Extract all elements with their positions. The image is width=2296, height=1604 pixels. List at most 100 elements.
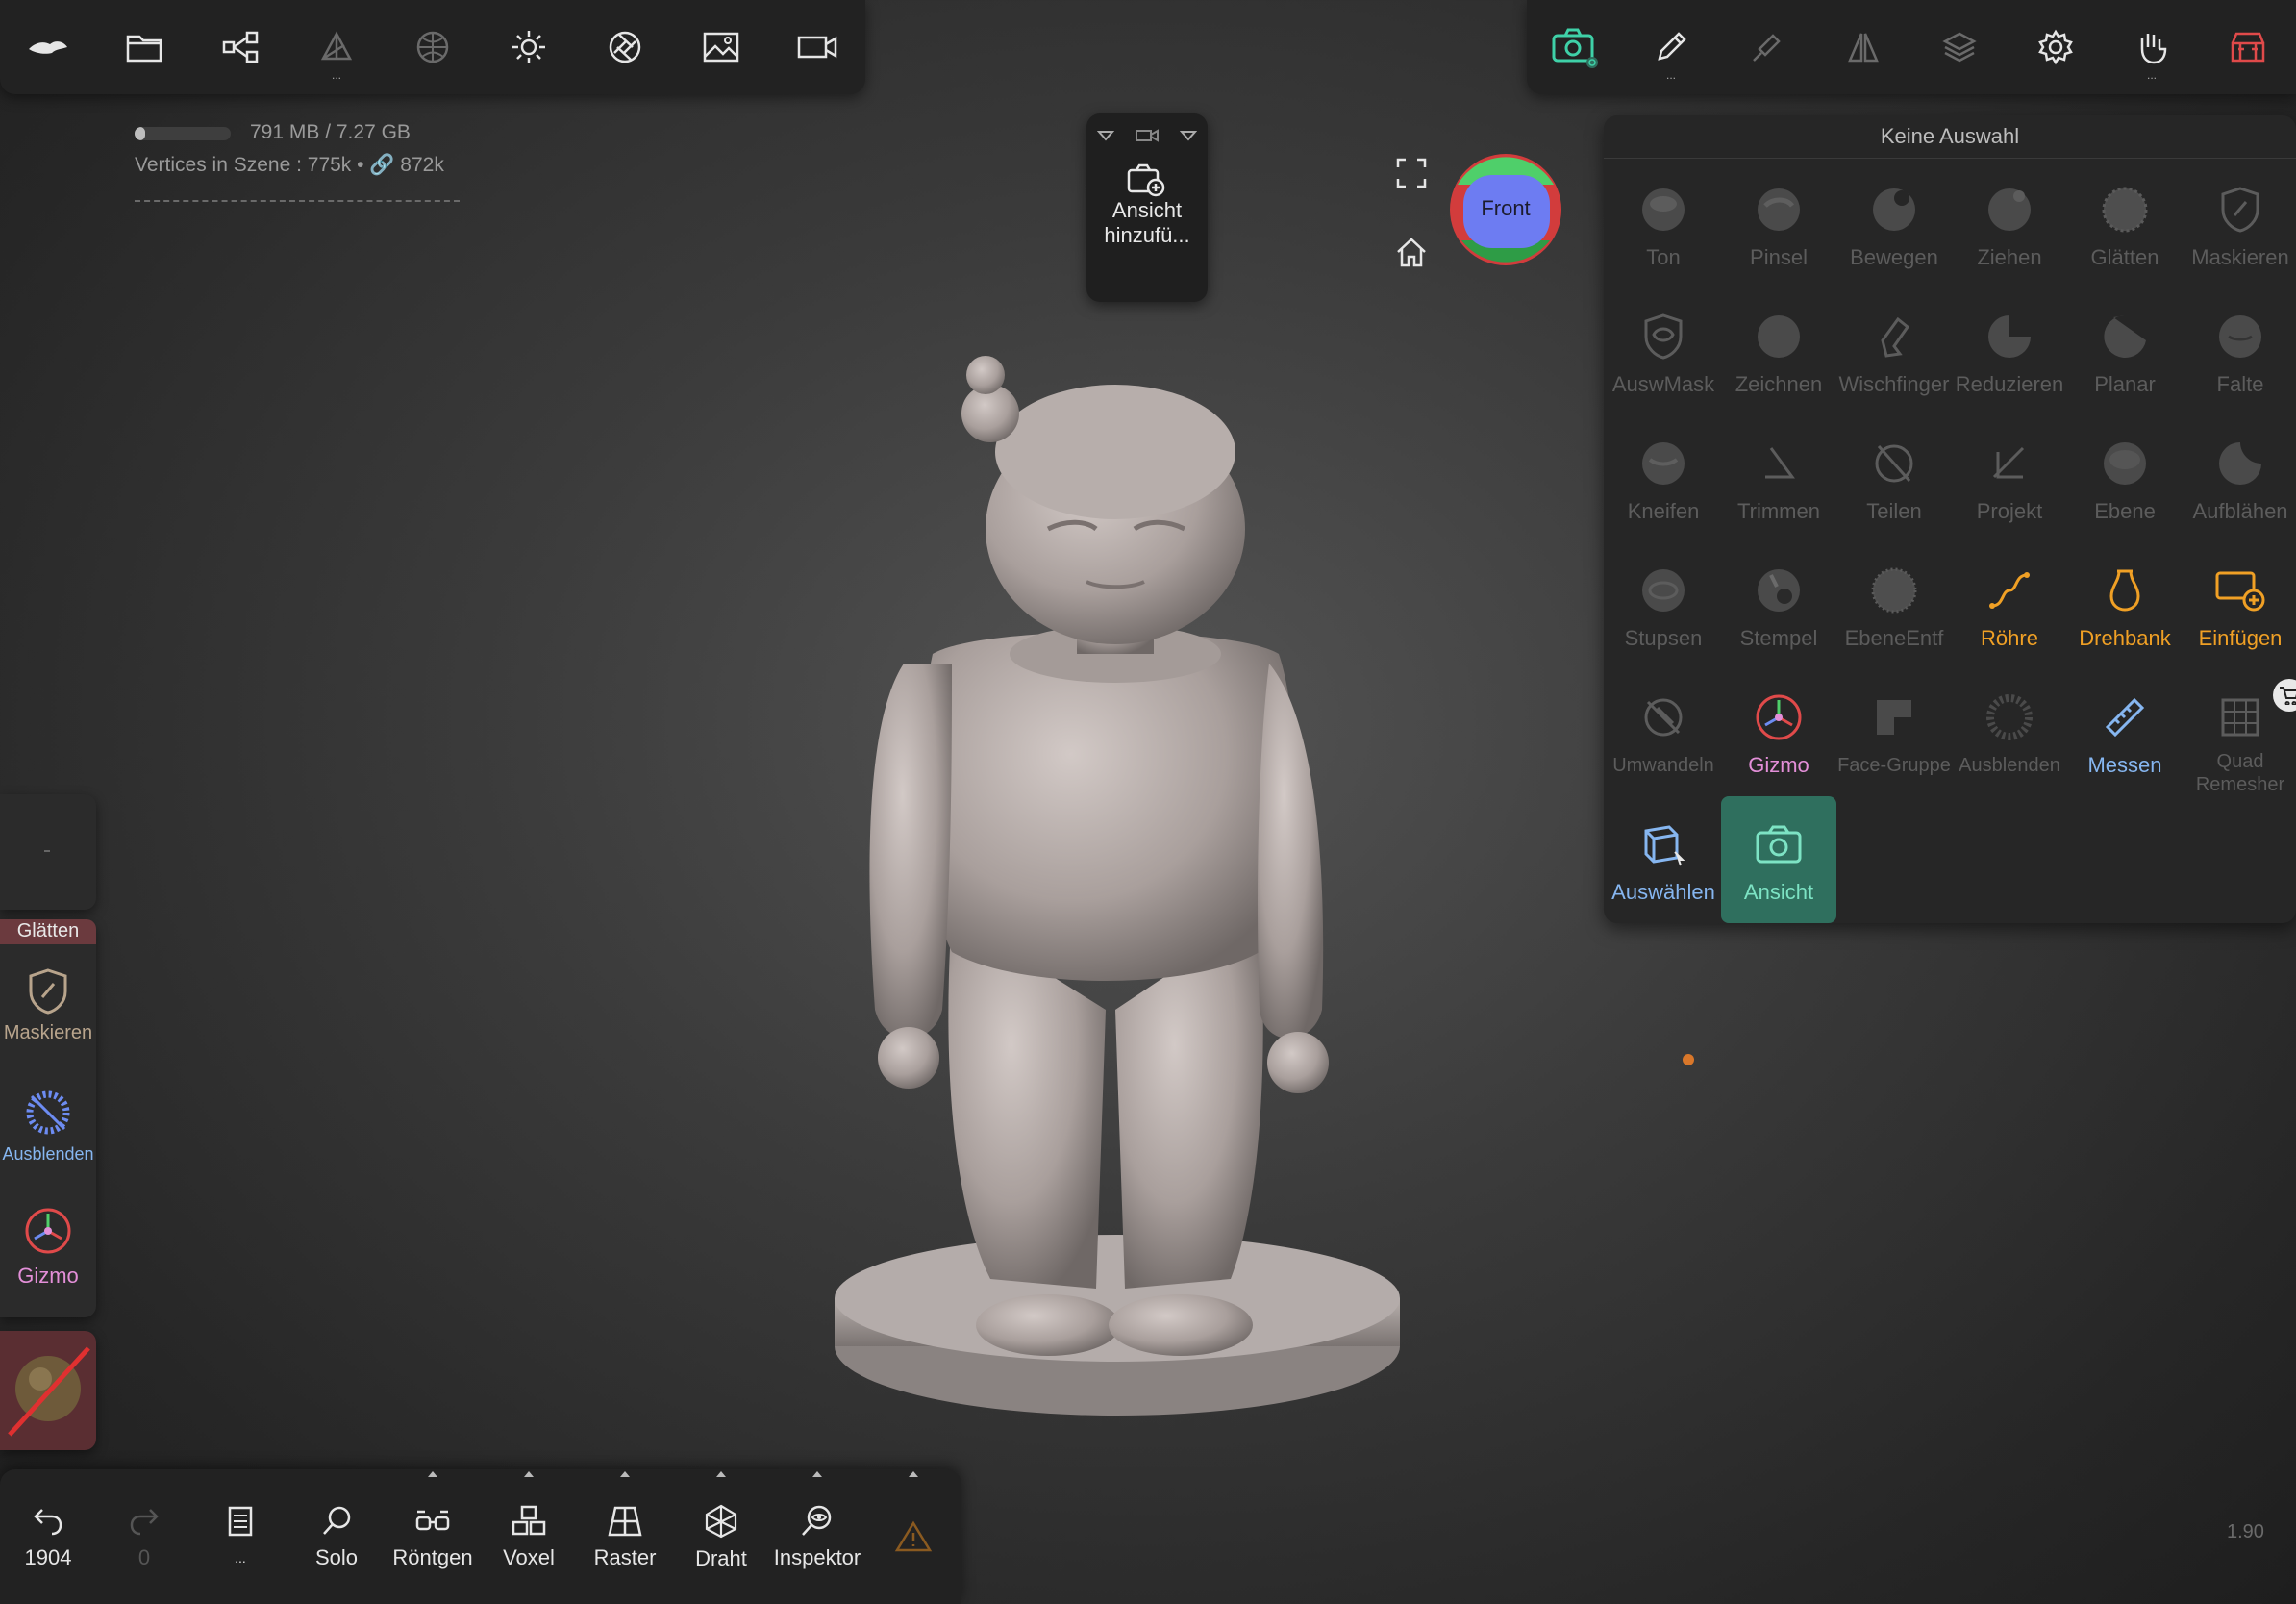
shop-button[interactable] <box>2200 0 2296 94</box>
multires-button[interactable] <box>385 0 481 94</box>
cart-icon <box>2280 687 2296 705</box>
settings-button[interactable] <box>2008 0 2104 94</box>
tool-mask[interactable]: Maskieren <box>2183 162 2296 288</box>
symmetry-button[interactable] <box>1815 0 1911 94</box>
layers-button[interactable] <box>1911 0 2008 94</box>
tool-gizmo[interactable]: Gizmo <box>1721 669 1836 796</box>
tool-facegroup[interactable]: Face-Gruppe <box>1836 669 1952 796</box>
redo-button[interactable]: 0 <box>96 1469 192 1604</box>
tool-inflate[interactable]: Aufblähen <box>2183 415 2296 542</box>
tool-pinch[interactable]: Kneifen <box>1606 415 1721 542</box>
hide-icon <box>26 1090 70 1134</box>
tool-smooth[interactable]: Glätten <box>2067 162 2183 288</box>
topology-button[interactable]: ... <box>288 0 385 94</box>
shortcut-smooth[interactable]: Glätten <box>0 919 96 944</box>
tool-delete-layer[interactable]: EbeneEntf <box>1836 542 1952 669</box>
warning-button[interactable] <box>865 1469 961 1604</box>
tool-label: Teilen <box>1866 499 1922 523</box>
memory-usage: 791 MB / 7.27 GB <box>250 121 411 143</box>
grid-button[interactable]: Raster <box>577 1469 673 1604</box>
stroke-button[interactable] <box>1719 0 1815 94</box>
undo-button[interactable]: 1904 <box>0 1469 96 1604</box>
tool-planar[interactable]: Planar <box>2067 288 2183 415</box>
material-swatch-panel[interactable] <box>0 1331 96 1450</box>
tool-measure[interactable]: Messen <box>2067 669 2183 796</box>
home-view-button[interactable] <box>1392 233 1431 271</box>
shortcut-gizmo[interactable]: Gizmo <box>0 1187 96 1308</box>
chevron-down-icon[interactable] <box>1096 130 1114 141</box>
project-icon <box>1992 446 2025 479</box>
tool-project[interactable]: Projekt <box>1952 415 2067 542</box>
orientation-cube[interactable]: Front <box>1448 152 1563 267</box>
insert-icon <box>2215 571 2265 612</box>
wireframe-button[interactable]: Draht <box>673 1469 769 1604</box>
add-view-button[interactable]: Ansicht hinzufü... <box>1086 158 1208 248</box>
scene-button[interactable] <box>192 0 288 94</box>
tool-label: Zeichnen <box>1734 372 1823 396</box>
tool-nudge[interactable]: Stupsen <box>1606 542 1721 669</box>
gestures-button[interactable]: ... <box>2104 0 2200 94</box>
tool-quad-remesher[interactable]: Quad Remesher <box>2183 669 2296 796</box>
cart-badge[interactable] <box>2273 679 2296 712</box>
left-slider-panel[interactable] <box>0 794 96 910</box>
tool-flatten[interactable]: Reduzieren <box>1952 288 2067 415</box>
shortcut-hide[interactable]: Ausblenden <box>0 1065 96 1187</box>
tool-drag[interactable]: Ziehen <box>1952 162 2067 288</box>
tool-hide[interactable]: Ausblenden <box>1952 669 2067 796</box>
bottom-toolbar: 1904 0 ... Solo Röntgen Voxel Raster Dra… <box>0 1469 961 1604</box>
tool-smudge[interactable]: Wischfinger <box>1836 288 1952 415</box>
tool-move[interactable]: Bewegen <box>1836 162 1952 288</box>
tool-label: Ansicht <box>1743 880 1814 904</box>
tool-selmask[interactable]: AuswMask <box>1606 288 1721 415</box>
tool-select[interactable]: Auswählen <box>1606 796 1721 923</box>
tool-split[interactable]: Teilen <box>1836 415 1952 542</box>
tool-insert[interactable]: Einfügen <box>2183 542 2296 669</box>
history-menu-button[interactable]: ... <box>192 1469 288 1604</box>
tool-label: Bewegen <box>1850 245 1938 269</box>
tool-clay[interactable]: Ton <box>1606 162 1721 288</box>
background-button[interactable] <box>673 0 769 94</box>
lighting-button[interactable] <box>481 0 577 94</box>
tool-paint[interactable]: Zeichnen <box>1721 288 1836 415</box>
shortcut-mask[interactable]: Maskieren <box>0 944 96 1065</box>
camera-tool-button[interactable] <box>1527 0 1623 94</box>
video-camera-icon[interactable] <box>1135 128 1160 143</box>
more-dots: ... <box>331 68 341 82</box>
fullscreen-button[interactable] <box>1392 154 1431 192</box>
tool-stamp[interactable]: Stempel <box>1721 542 1836 669</box>
undo-icon <box>34 1509 62 1536</box>
tool-trim[interactable]: Trimmen <box>1721 415 1836 542</box>
camera-settings-button[interactable] <box>769 0 865 94</box>
flatten-icon <box>1988 315 2031 358</box>
tool-label: Maskieren <box>2191 245 2289 269</box>
brush-settings-button[interactable]: ... <box>1623 0 1719 94</box>
brush-icon <box>1758 188 1800 231</box>
view-widget: Ansicht hinzufü... <box>1086 113 1208 302</box>
slider-handle[interactable] <box>44 850 50 852</box>
chevron-down-icon[interactable] <box>1180 130 1198 141</box>
tool-label: Pinsel <box>1750 245 1808 269</box>
tool-lathe[interactable]: Drehbank <box>2067 542 2183 669</box>
crease-icon <box>2219 315 2261 358</box>
tool-crease[interactable]: Falte <box>2183 288 2296 415</box>
postprocess-button[interactable] <box>577 0 673 94</box>
tool-view[interactable]: Ansicht <box>1721 796 1836 923</box>
nomad-logo-button[interactable] <box>0 0 96 94</box>
files-button[interactable] <box>96 0 192 94</box>
xray-button[interactable]: Röntgen <box>385 1469 481 1604</box>
solo-button[interactable]: Solo <box>288 1469 385 1604</box>
more-dots: ... <box>2146 68 2157 82</box>
tool-layer[interactable]: Ebene <box>2067 415 2183 542</box>
tool-convert[interactable]: Umwandeln <box>1606 669 1721 796</box>
warning-icon <box>894 1520 933 1552</box>
tool-label: Glätten <box>2090 245 2159 269</box>
stats-divider <box>135 200 460 202</box>
memory-bar <box>135 127 231 140</box>
tool-brush[interactable]: Pinsel <box>1721 162 1836 288</box>
inspector-button[interactable]: Inspektor <box>769 1469 865 1604</box>
viewport-canvas[interactable] <box>808 337 1423 1481</box>
tool-tube[interactable]: Röhre <box>1952 542 2067 669</box>
tool-label: Ziehen <box>1977 245 2042 269</box>
voxel-button[interactable]: Voxel <box>481 1469 577 1604</box>
aperture-icon <box>609 31 641 63</box>
